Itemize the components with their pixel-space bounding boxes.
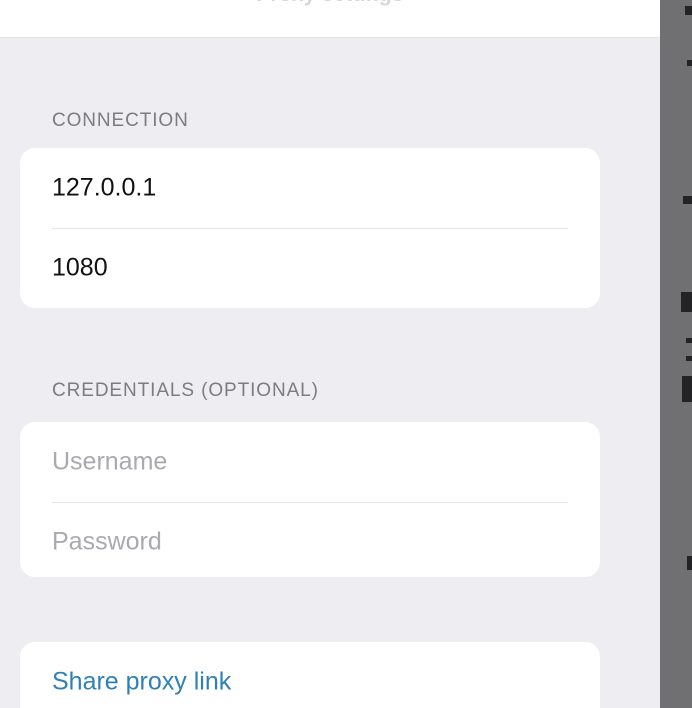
username-input[interactable]: Username xyxy=(52,449,167,475)
share-proxy-link-label[interactable]: Share proxy link xyxy=(52,669,231,695)
background-content xyxy=(660,0,692,708)
password-field-row[interactable]: Password xyxy=(20,502,600,577)
connection-card: 127.0.0.1 1080 xyxy=(20,148,600,308)
section-header-connection: CONNECTION xyxy=(52,110,189,131)
sheet-header: Proxy settings xyxy=(0,0,660,38)
port-input[interactable]: 1080 xyxy=(52,255,108,281)
proxy-settings-screen: Proxy settings CONNECTION 127.0.0.1 1080… xyxy=(0,0,692,708)
sheet-body[interactable]: CONNECTION 127.0.0.1 1080 CREDENTIALS (O… xyxy=(0,38,660,708)
username-field-row[interactable]: Username xyxy=(20,422,600,502)
host-input[interactable]: 127.0.0.1 xyxy=(52,175,156,201)
modal-scrim[interactable] xyxy=(660,0,692,708)
port-field-row[interactable]: 1080 xyxy=(20,228,600,308)
share-proxy-link-row[interactable]: Share proxy link xyxy=(20,642,600,708)
page-title: Proxy settings xyxy=(0,0,660,7)
proxy-settings-sheet: Proxy settings CONNECTION 127.0.0.1 1080… xyxy=(0,0,660,708)
credentials-card: Username Password xyxy=(20,422,600,577)
password-input[interactable]: Password xyxy=(52,529,162,555)
share-card: Share proxy link xyxy=(20,642,600,708)
host-field-row[interactable]: 127.0.0.1 xyxy=(20,148,600,228)
section-header-credentials: CREDENTIALS (OPTIONAL) xyxy=(52,380,319,401)
